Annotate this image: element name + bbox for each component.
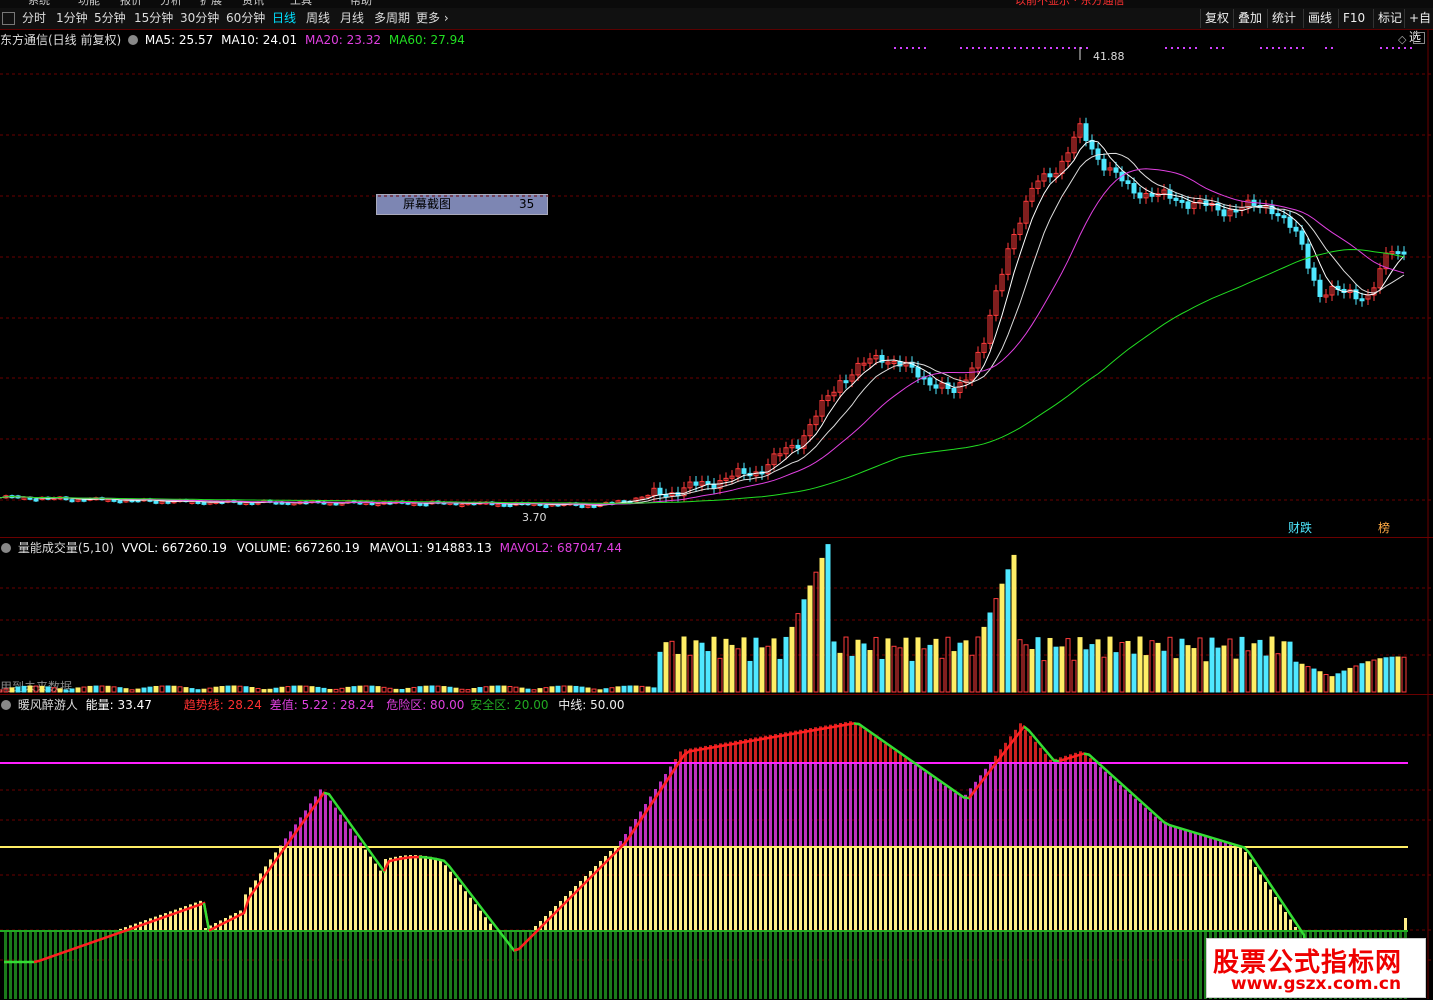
- volume-dropdown-icon[interactable]: [1, 543, 11, 553]
- volume-value: VOLUME: 667260.19: [237, 541, 360, 555]
- indicator-dropdown-icon[interactable]: [1, 700, 11, 710]
- toolbar-button[interactable]: 复权: [1200, 9, 1233, 28]
- menu-item[interactable]: 帮助: [350, 0, 372, 8]
- period-tab[interactable]: 30分钟: [178, 10, 221, 27]
- menu-item[interactable]: 分析: [160, 0, 182, 8]
- period-tab[interactable]: 日线: [270, 10, 298, 27]
- mid-value: 中线: 50.00: [558, 698, 624, 712]
- mavol2-value: MAVOL2: 687047.44: [500, 541, 622, 555]
- diamond-icon[interactable]: ◇: [1398, 33, 1406, 46]
- menu-item[interactable]: 功能: [78, 0, 100, 8]
- period-tab[interactable]: 分时: [20, 10, 48, 27]
- indicator-title[interactable]: 暖风醉游人: [18, 698, 78, 712]
- screenshot-value: 35: [519, 195, 534, 214]
- period-tab[interactable]: 更多 ›: [414, 10, 451, 27]
- ma5-value: MA5: 25.57: [145, 33, 213, 47]
- toolbar-button[interactable]: 标记: [1373, 9, 1406, 28]
- trend-value: 趋势线: 28.24: [184, 698, 262, 712]
- menu-item[interactable]: 系统: [28, 0, 50, 8]
- toolbar-button[interactable]: 叠加: [1233, 9, 1266, 28]
- menu-item[interactable]: 资讯: [242, 0, 264, 8]
- close-panel-icon[interactable]: [1413, 32, 1425, 44]
- volume-panel[interactable]: 量能成交量(5,10) VVOL: 667260.19 VOLUME: 6672…: [0, 537, 1433, 695]
- toolbar-button[interactable]: F10: [1338, 9, 1369, 28]
- period-toolbar: 分时 1分钟5分钟15分钟30分钟60分钟日线周线月线多周期更多 › 复权叠加统计画…: [0, 8, 1433, 30]
- ma10-value: MA10: 24.01: [221, 33, 297, 47]
- ma60-value: MA60: 27.94: [389, 33, 465, 47]
- energy-value: 能量: 33.47: [86, 698, 152, 712]
- watermark-url: www.gszx.com.cn: [1207, 974, 1425, 994]
- collapse-icon[interactable]: [2, 12, 15, 25]
- dropdown-icon[interactable]: [128, 35, 138, 45]
- toolbar-button[interactable]: 画线: [1303, 9, 1336, 28]
- vvol-value: VVOL: 667260.19: [122, 541, 227, 555]
- stock-title[interactable]: 东方通信(日线 前复权): [0, 33, 121, 47]
- period-tab[interactable]: 月线: [338, 10, 366, 27]
- period-tab[interactable]: 1分钟: [54, 10, 90, 27]
- toolbar-button[interactable]: +自选: [1404, 9, 1433, 28]
- screenshot-label: 屏幕截图: [403, 195, 451, 214]
- site-watermark: 股票公式指标网 www.gszx.com.cn: [1206, 938, 1426, 998]
- period-tab[interactable]: 15分钟: [132, 10, 175, 27]
- safe-value: 安全区: 20.00: [470, 698, 548, 712]
- period-tab[interactable]: 周线: [304, 10, 332, 27]
- diff-value: 差值: 5.22 : 28.24: [270, 698, 375, 712]
- volume-title[interactable]: 量能成交量(5,10): [18, 541, 114, 555]
- menu-item[interactable]: 扩展: [200, 0, 222, 8]
- future-data-note: 用到未来数据: [0, 678, 72, 695]
- menu-item[interactable]: 工具: [290, 0, 312, 8]
- danger-value: 危险区: 80.00: [386, 698, 464, 712]
- price-panel[interactable]: 东方通信(日线 前复权) MA5: 25.57 MA10: 24.01 MA20…: [0, 30, 1433, 537]
- period-tab[interactable]: 5分钟: [92, 10, 128, 27]
- menu-notice: 以前不显示 · 东方通信: [1015, 0, 1125, 8]
- screenshot-tooltip: 屏幕截图 35: [376, 194, 548, 215]
- period-tab[interactable]: 多周期: [372, 10, 412, 27]
- ma20-value: MA20: 23.32: [305, 33, 381, 47]
- toolbar-button[interactable]: 统计: [1267, 9, 1300, 28]
- mavol1-value: MAVOL1: 914883.13: [370, 541, 492, 555]
- menu-item[interactable]: 报价: [120, 0, 142, 8]
- menu-bar: 系统 功能 报价 分析 扩展 资讯 工具 帮助 以前不显示 · 东方通信: [0, 0, 1433, 8]
- period-tab[interactable]: 60分钟: [224, 10, 267, 27]
